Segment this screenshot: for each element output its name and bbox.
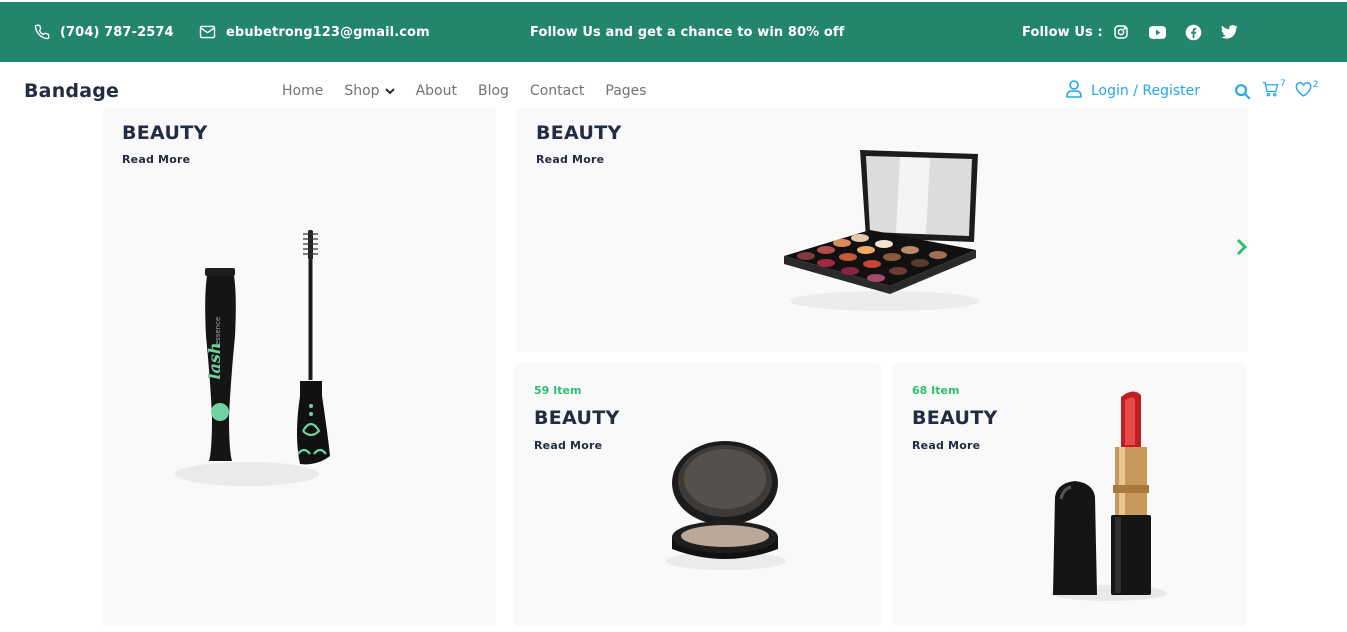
user-icon [1066, 80, 1082, 102]
email-address: ebubetrong123@gmail.com [226, 24, 430, 40]
eyeshadow-palette-image [784, 150, 980, 311]
nav-actions: Login / Register 7 2 [1066, 79, 1319, 102]
cart-count: 7 [1280, 79, 1286, 89]
follow-label: Follow Us : [1022, 24, 1103, 40]
nav-shop[interactable]: Shop [344, 83, 395, 99]
phone-icon [34, 24, 50, 40]
phone-contact[interactable]: (704) 787-2574 [34, 2, 174, 62]
login-label: Login / Register [1091, 83, 1201, 99]
mascara-image: essence lash [175, 230, 330, 486]
chevron-right-icon[interactable] [1236, 238, 1248, 260]
youtube-icon[interactable] [1148, 20, 1185, 44]
nav-pages[interactable]: Pages [605, 83, 646, 99]
follow-us: Follow Us : [1022, 2, 1257, 62]
facebook-icon[interactable] [1185, 20, 1221, 44]
heart-icon [1295, 81, 1312, 101]
wishlist-count: 2 [1312, 79, 1319, 90]
read-more-link[interactable]: Read More [122, 153, 190, 166]
read-more-link[interactable]: Read More [534, 439, 602, 452]
login-register-link[interactable]: Login / Register [1066, 80, 1200, 102]
svg-text:essence: essence [214, 317, 222, 346]
chevron-down-icon [384, 83, 395, 99]
card-title: BEAUTY [122, 122, 208, 144]
card-title: BEAUTY [534, 407, 620, 429]
nav-home[interactable]: Home [282, 83, 323, 99]
main-menu: Home Shop About Blog Contact Pages [282, 83, 668, 99]
wishlist-button[interactable]: 2 [1295, 79, 1319, 101]
nav-shop-label: Shop [344, 83, 380, 99]
card-title: BEAUTY [912, 407, 998, 429]
top-bar: (704) 787-2574 ebubetrong123@gmail.com F… [0, 2, 1347, 62]
svg-text:lash: lash [205, 342, 224, 379]
item-count: 68 Item [912, 384, 960, 397]
navbar: Bandage Home Shop About Blog Contact Pag… [0, 62, 1347, 114]
mail-icon [199, 25, 216, 39]
category-card-top[interactable]: BEAUTY Read More [516, 108, 1248, 352]
item-count: 59 Item [534, 384, 582, 397]
category-card-main[interactable]: BEAUTY Read More essence lash [102, 108, 496, 626]
category-card-bottom-2[interactable]: 68 Item BEAUTY Read More [892, 363, 1247, 626]
cart-button[interactable]: 7 [1262, 79, 1286, 101]
category-card-bottom-1[interactable]: 59 Item BEAUTY Read More [514, 363, 881, 626]
promo-text: Follow Us and get a chance to win 80% of… [530, 24, 845, 40]
nav-blog[interactable]: Blog [478, 83, 509, 99]
twitter-icon[interactable] [1220, 20, 1257, 44]
email-contact[interactable]: ebubetrong123@gmail.com [199, 2, 430, 62]
cart-icon [1262, 81, 1279, 101]
nav-contact[interactable]: Contact [530, 83, 584, 99]
compact-powder-image [666, 441, 786, 570]
read-more-link[interactable]: Read More [536, 153, 604, 166]
read-more-link[interactable]: Read More [912, 439, 980, 452]
card-title: BEAUTY [536, 122, 622, 144]
search-icon[interactable] [1234, 83, 1251, 100]
nav-about[interactable]: About [416, 83, 457, 99]
instagram-icon[interactable] [1113, 20, 1149, 44]
brand-logo[interactable]: Bandage [24, 80, 119, 102]
lipstick-image [1051, 391, 1167, 601]
phone-number: (704) 787-2574 [60, 24, 174, 40]
